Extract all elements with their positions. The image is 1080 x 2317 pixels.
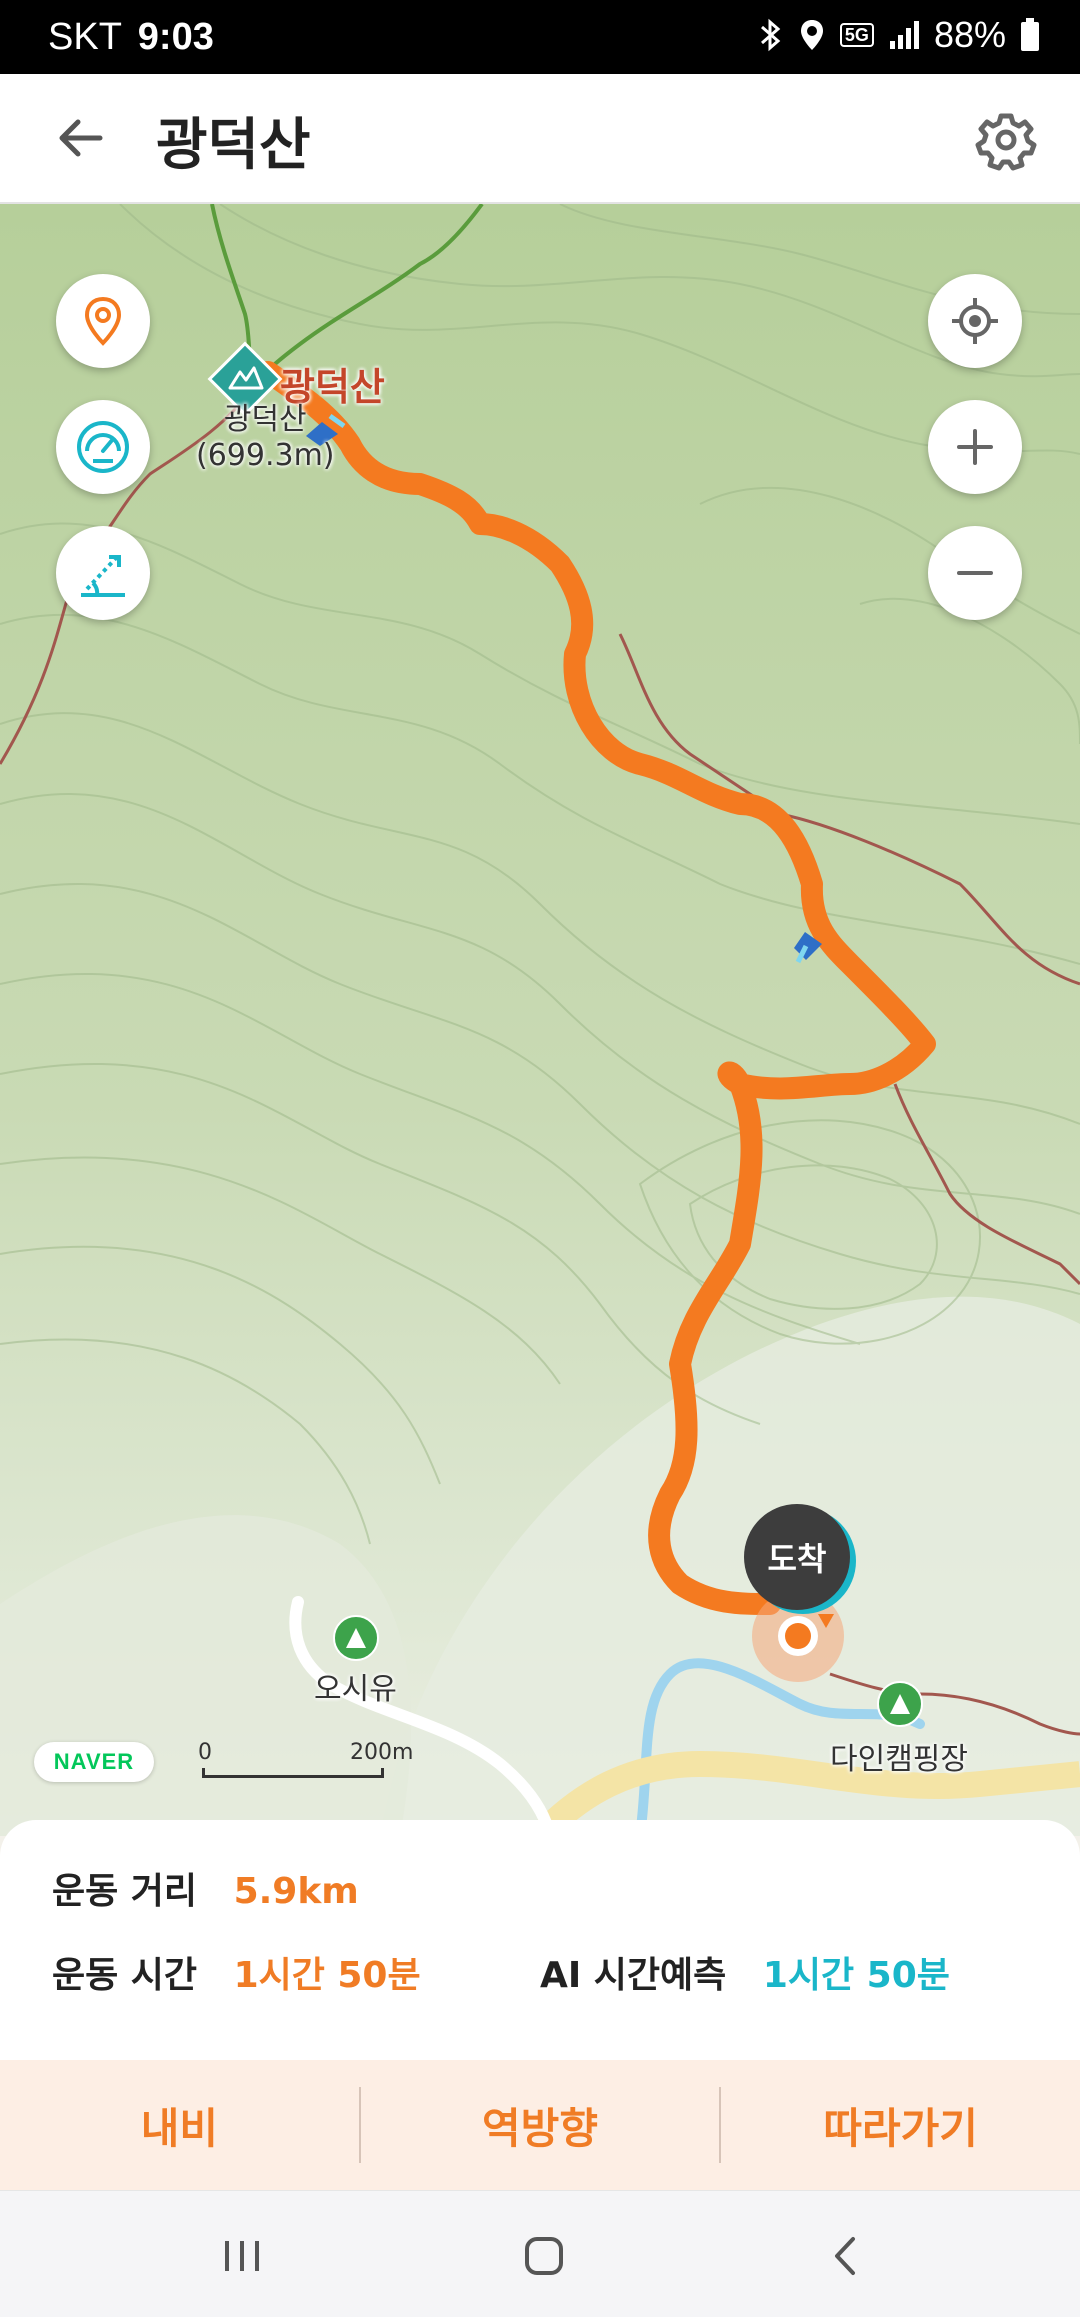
battery-text: 88% <box>933 14 1006 55</box>
home-button[interactable] <box>504 2221 584 2291</box>
recent-apps-button[interactable] <box>202 2221 282 2291</box>
scale-end: 200m <box>350 1740 414 1765</box>
status-bar: SKT 9:03 5G 88% <box>0 0 1080 74</box>
page-title: 광덕산 <box>156 113 311 178</box>
signal-icon <box>888 19 920 51</box>
ai-value: 1시간 50분 <box>762 1955 950 1996</box>
terrain-map <box>0 204 1080 1836</box>
gear-icon <box>975 113 1037 171</box>
locate-button[interactable] <box>928 274 1022 368</box>
scale-start: 0 <box>198 1740 212 1765</box>
map-scale: 0 200m <box>198 1740 413 1780</box>
system-nav-bar <box>0 2190 1080 2317</box>
time-row: 운동 시간 1시간 50분 <box>52 1946 421 1998</box>
distance-row: 운동 거리 5.9km <box>52 1862 359 1914</box>
speedometer-icon <box>77 421 129 473</box>
distance-label: 운동 거리 <box>52 1871 198 1912</box>
map-pin-button[interactable] <box>56 274 150 368</box>
zoom-in-button[interactable] <box>928 400 1022 494</box>
map-pin-icon <box>84 296 122 346</box>
clock: 9:03 <box>137 16 214 58</box>
back-button[interactable] <box>50 108 130 168</box>
status-left: SKT 9:03 <box>48 16 214 59</box>
peak-info: 광덕산 (699.3m) <box>196 402 335 474</box>
slope-icon <box>81 555 125 597</box>
arrival-marker[interactable]: 도착 <box>744 1504 850 1610</box>
navigate-button[interactable]: 내비 <box>0 2060 359 2190</box>
scale-bar <box>202 1768 384 1778</box>
follow-button[interactable]: 따라가기 <box>721 2060 1080 2190</box>
map-view[interactable]: 광덕산 광덕산 (699.3m) 오시유 다인캠핑장 도착 NAVER 0 20… <box>0 204 1080 1836</box>
naver-logo: NAVER <box>34 1742 154 1782</box>
locate-icon <box>952 298 998 344</box>
peak-elevation: (699.3m) <box>196 438 335 473</box>
settings-button[interactable] <box>970 104 1042 176</box>
zoom-in-icon <box>957 429 993 465</box>
recent-apps-icon <box>225 2241 259 2271</box>
campsite-label-osiyu: 오시유 <box>314 1672 397 1707</box>
status-right: 5G 88% <box>756 14 1040 56</box>
network-badge: 5G <box>839 23 874 47</box>
peak-name: 광덕산 <box>223 402 307 437</box>
action-bar: 내비 역방향 따라가기 <box>0 2060 1080 2190</box>
back-nav-button[interactable] <box>806 2221 886 2291</box>
home-icon <box>525 2237 563 2275</box>
campsite-marker-osiyu <box>333 1615 379 1661</box>
battery-icon <box>1020 18 1040 52</box>
reverse-button[interactable]: 역방향 <box>361 2060 720 2190</box>
zoom-out-button[interactable] <box>928 526 1022 620</box>
campsite-label-dain: 다인캠핑장 <box>830 1742 968 1777</box>
distance-value: 5.9km <box>233 1871 359 1912</box>
slope-button[interactable] <box>56 526 150 620</box>
app-header: 광덕산 <box>0 74 1080 204</box>
arrow-left-icon <box>59 119 103 157</box>
bluetooth-icon <box>756 17 784 53</box>
speedometer-button[interactable] <box>56 400 150 494</box>
time-value: 1시간 50분 <box>233 1955 421 1996</box>
time-label: 운동 시간 <box>52 1955 198 1996</box>
ai-estimate-row: AI 시간예측 1시간 50분 <box>540 1946 950 1998</box>
ai-label: AI 시간예측 <box>540 1955 727 1996</box>
back-nav-icon <box>835 2237 855 2275</box>
carrier-label: SKT <box>48 16 122 58</box>
location-icon <box>798 17 826 53</box>
campsite-marker-dain <box>877 1681 923 1727</box>
zoom-out-icon <box>957 571 993 575</box>
stats-panel: 운동 거리 5.9km 운동 시간 1시간 50분 AI 시간예측 1시간 50… <box>0 1820 1080 2060</box>
